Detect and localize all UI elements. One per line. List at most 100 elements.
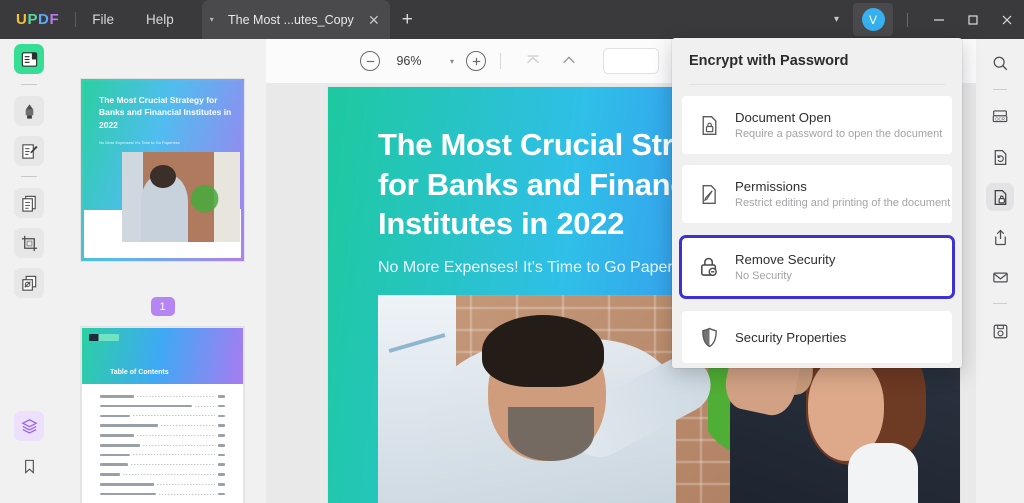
thumbnail-page-2-logo [89, 334, 119, 341]
panel-item-desc: No Security [735, 270, 792, 282]
thumbnail-page-1[interactable]: The Most Crucial Strategy for Banks and … [81, 79, 244, 316]
panel-item-title: Remove Security [735, 252, 836, 267]
menu-file[interactable]: File [76, 0, 130, 39]
panel-item-security-properties[interactable]: Security Properties [682, 311, 952, 363]
thumbnail-panel[interactable]: The Most Crucial Strategy for Banks and … [58, 39, 266, 503]
minimize-button[interactable] [922, 0, 956, 39]
envelope-icon [992, 272, 1008, 282]
thumbnail-page-2-header: Table of Contents [82, 328, 243, 384]
close-window-button[interactable] [990, 0, 1024, 39]
prev-page-icon [563, 56, 575, 64]
crop-icon [21, 235, 37, 251]
maximize-button[interactable] [956, 0, 990, 39]
save-compress-icon [993, 324, 1007, 338]
tool-comment[interactable] [14, 96, 44, 126]
encrypt-with-password-panel: Encrypt with Password Document Open Requ… [672, 38, 962, 368]
logo-letter-p: P [27, 11, 39, 28]
shield-icon [696, 326, 722, 349]
panel-item-remove-security[interactable]: Remove Security No Security [679, 235, 955, 299]
woman-shirt [848, 443, 918, 503]
tool-email[interactable] [986, 263, 1014, 291]
right-tool-rail: OCR [976, 39, 1024, 503]
new-tab-button[interactable]: + [402, 10, 413, 29]
updf-window: U P D F File Help ▾ The Most ...utes_Cop… [0, 0, 1024, 503]
panel-item-desc: Restrict editing and printing of the doc… [735, 197, 951, 209]
tool-convert[interactable] [14, 268, 44, 298]
thumbnail-page-1-sheet: The Most Crucial Strategy for Banks and … [81, 79, 244, 261]
tool-organize-pages[interactable] [14, 188, 44, 218]
close-icon[interactable]: ✕ [368, 13, 380, 27]
list-item [100, 443, 225, 447]
left-tool-rail [0, 39, 58, 503]
zoom-out-button[interactable] [360, 51, 380, 71]
highlighter-marker-icon [25, 103, 33, 119]
zoom-level: 96% [396, 54, 422, 68]
thumbnail-page-2[interactable]: Table of Contents 2 [81, 327, 244, 503]
panel-item-remove-security-text: Remove Security No Security [735, 252, 835, 282]
account-button[interactable]: V [853, 3, 893, 36]
tool-reader[interactable] [14, 44, 44, 74]
layers-icon [20, 418, 38, 434]
chevron-down-icon[interactable]: ▾ [438, 57, 466, 66]
updf-logo: U P D F [16, 11, 59, 28]
thumbnail-page-1-subtitle: No More Expenses! It's Time to Go Paperl… [99, 140, 180, 145]
panel-item-title: Security Properties [735, 329, 847, 345]
list-item [100, 492, 225, 496]
page-number-input[interactable] [603, 48, 659, 74]
tool-layers[interactable] [14, 411, 44, 441]
list-item [100, 404, 225, 408]
search-icon [993, 56, 1007, 70]
panel-item-desc: Require a password to open the document [735, 128, 943, 140]
tool-search[interactable] [986, 49, 1014, 77]
tool-share[interactable] [986, 223, 1014, 251]
thumbnail-page-2-title: Table of Contents [110, 369, 169, 376]
chevron-down-icon[interactable]: ▾ [820, 14, 853, 25]
edit-document-icon [21, 143, 38, 159]
reader-book-icon [21, 51, 37, 67]
panel-item-permissions[interactable]: Permissions Restrict editing and printin… [682, 165, 952, 223]
first-page-icon [527, 55, 539, 64]
panel-title: Encrypt with Password [689, 53, 849, 69]
convert-pages-icon [21, 275, 36, 291]
tool-protect[interactable] [986, 183, 1014, 211]
panel-item-title: Document Open [735, 110, 832, 125]
thumbnail-page-1-badge: 1 [150, 297, 175, 316]
list-item [100, 434, 225, 437]
document-tab-title: The Most ...utes_Copy [228, 12, 354, 27]
plus-circle-icon [472, 57, 480, 65]
lock-remove-icon [696, 255, 722, 279]
titlebar-right-group: ▾ V [820, 0, 1024, 39]
document-tab[interactable]: ▾ The Most ...utes_Copy ✕ [201, 0, 390, 39]
right-rail-separator-1 [993, 89, 1007, 90]
tool-crop[interactable] [14, 228, 44, 258]
prev-page-button[interactable] [551, 52, 587, 70]
tool-bookmark[interactable] [14, 451, 44, 481]
logo-letter-f: F [49, 11, 60, 28]
rail-separator-1 [21, 84, 37, 85]
panel-item-document-open[interactable]: Document Open Require a password to open… [682, 96, 952, 154]
tool-convert-file[interactable] [986, 143, 1014, 171]
tool-compress[interactable] [986, 317, 1014, 345]
panel-item-document-open-text: Document Open Require a password to open… [735, 110, 942, 140]
svg-text:OCR: OCR [995, 116, 1006, 121]
tool-ocr[interactable]: OCR [986, 103, 1014, 131]
file-pen-icon [696, 183, 722, 206]
thumbnail-page-1-gradient: The Most Crucial Strategy for Banks and … [84, 82, 241, 258]
list-item [100, 473, 225, 476]
panel-item-security-properties-text: Security Properties [735, 330, 846, 345]
thumbnail-page-2-toc-list [82, 384, 243, 503]
zoom-in-button[interactable] [466, 51, 486, 71]
tool-edit[interactable] [14, 136, 44, 166]
title-bar: U P D F File Help ▾ The Most ...utes_Cop… [0, 0, 1024, 39]
list-item [100, 483, 225, 486]
menu-help[interactable]: Help [130, 0, 190, 39]
panel-item-permissions-text: Permissions Restrict editing and printin… [735, 179, 950, 209]
first-page-button[interactable] [515, 52, 551, 70]
logo-letter-d: D [38, 11, 50, 28]
ocr-icon: OCR [992, 110, 1008, 123]
share-upload-icon [994, 229, 1006, 245]
file-lock-icon [994, 189, 1006, 205]
avatar: V [861, 8, 885, 31]
titlebar-divider-2 [907, 12, 908, 27]
pages-copy-icon [21, 195, 36, 212]
